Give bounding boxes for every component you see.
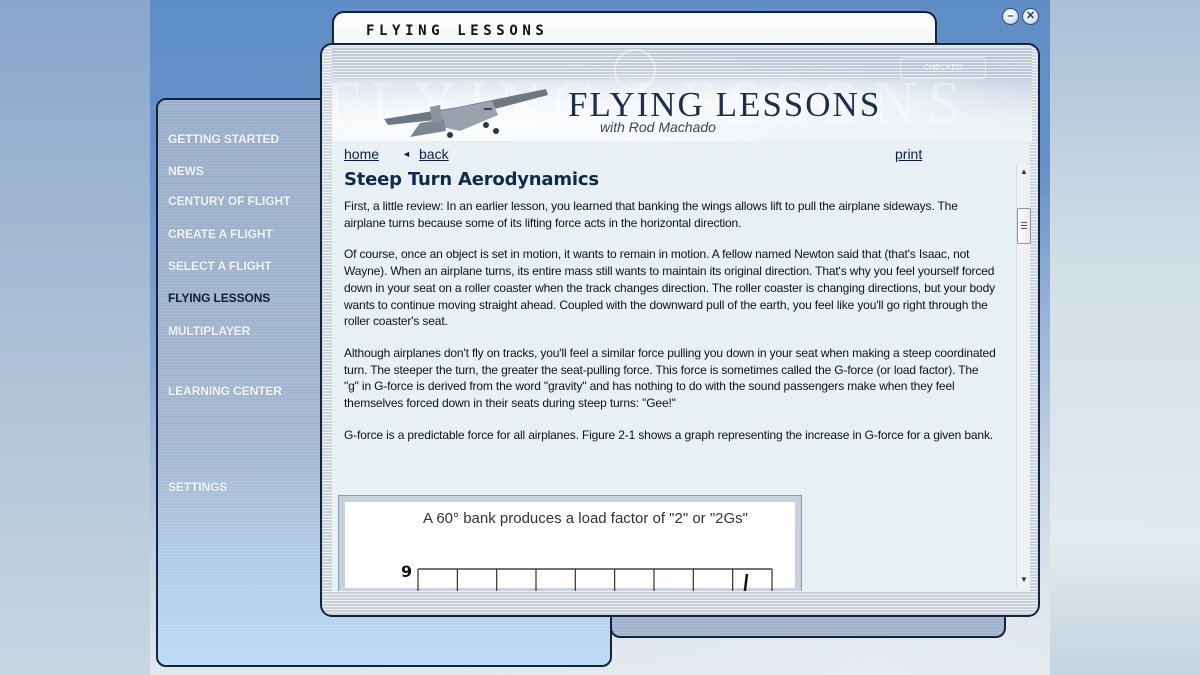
scroll-up-icon[interactable]: ▲ [1017, 165, 1031, 179]
sidebar-item-getting-started[interactable]: GETTING STARTED [168, 132, 279, 146]
home-link[interactable]: home [344, 146, 379, 162]
load-factor-curve [743, 573, 749, 591]
y-axis-label-top: 9 [401, 562, 412, 581]
banner-subtitle: with Rod Machado [600, 119, 716, 135]
window-controls: – ✕ [1002, 8, 1039, 25]
graph-grid [417, 568, 773, 591]
letterbox-left [0, 0, 150, 675]
sidebar-item-learning-center[interactable]: LEARNING CENTER [168, 384, 282, 398]
sidebar-item-select-a-flight[interactable]: SELECT A FLIGHT [168, 259, 272, 273]
figure-canvas: A 60° bank produces a load factor of "2"… [345, 502, 795, 591]
minimize-button[interactable]: – [1002, 8, 1019, 25]
vertical-scrollbar[interactable]: ▲ ▼ [1016, 165, 1031, 587]
close-icon: ✕ [1025, 10, 1036, 22]
grip-line [1021, 227, 1027, 229]
article-paragraph: Although airplanes don't fly on tracks, … [344, 345, 996, 411]
content-area: home ◄ back print Steep Turn Aerodynamic… [332, 141, 1031, 591]
sidebar-item-settings[interactable]: SETTINGS [168, 480, 227, 494]
print-link[interactable]: print [895, 146, 922, 162]
minimize-icon: – [1007, 10, 1014, 22]
article-paragraph: Of course, once an object is set in moti… [344, 247, 995, 329]
content-toolbar: home ◄ back print [344, 146, 1004, 164]
letterbox-right [1050, 0, 1200, 675]
back-link[interactable]: back [419, 146, 449, 162]
sidebar-item-century-of-flight[interactable]: CENTURY OF FLIGHT [168, 194, 290, 208]
window-title: FLYING LESSONS [366, 23, 549, 39]
article-paragraph: First, a little review: In an earlier le… [344, 199, 958, 230]
load-factor-graph: 9 [401, 562, 773, 591]
app-stage: GETTING STARTED NEWS CENTURY OF FLIGHT C… [150, 0, 1050, 675]
sidebar-item-news[interactable]: NEWS [168, 164, 204, 178]
lesson-window: CHECKED FLYING LESSONS FLYING LESSONS wi… [320, 43, 1040, 617]
sidebar-item-multiplayer[interactable]: MULTIPLAYER [168, 324, 250, 338]
sidebar-item-flying-lessons[interactable]: FLYING LESSONS [168, 291, 270, 305]
back-arrow-icon[interactable]: ◄ [402, 149, 411, 159]
close-button[interactable]: ✕ [1022, 8, 1039, 25]
sidebar-item-create-a-flight[interactable]: CREATE A FLIGHT [168, 227, 273, 241]
grip-line [1021, 224, 1027, 226]
airplane-icon [384, 89, 548, 138]
article: Steep Turn Aerodynamics First, a little … [344, 165, 996, 458]
article-title: Steep Turn Aerodynamics [344, 169, 599, 190]
scroll-thumb[interactable] [1017, 207, 1031, 244]
banner: CHECKED FLYING LESSONS FLYING LESSONS wi… [326, 47, 1032, 143]
figure-2-1: A 60° bank produces a load factor of "2"… [338, 495, 802, 591]
article-scroll-pane[interactable]: Steep Turn Aerodynamics First, a little … [332, 165, 1030, 591]
scroll-down-icon[interactable]: ▼ [1017, 573, 1031, 587]
article-paragraph: G-force is a predictable force for all a… [344, 427, 993, 442]
grip-line [1021, 221, 1027, 223]
